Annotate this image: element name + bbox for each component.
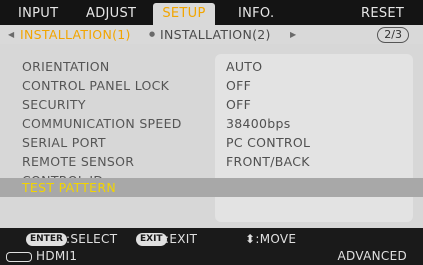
projector-osd-menu: INPUT ADJUST SETUP INFO. RESET ◀ INSTALL… — [0, 0, 423, 265]
enter-key-badge: ENTER — [26, 233, 67, 246]
row-label: COMMUNICATION SPEED — [22, 116, 182, 131]
row-value: FRONT/BACK — [226, 154, 310, 169]
row-value: OFF — [226, 97, 252, 112]
menu-row-remote-sensor[interactable]: REMOTE SENSOR FRONT/BACK — [0, 152, 423, 171]
tab-input[interactable]: INPUT — [18, 3, 58, 25]
exit-hint: :EXIT — [165, 232, 198, 246]
menu-row-communication-speed[interactable]: COMMUNICATION SPEED 38400bps — [0, 114, 423, 133]
tab-adjust[interactable]: ADJUST — [86, 3, 136, 25]
menu-row-security[interactable]: SECURITY OFF — [0, 95, 423, 114]
menu-row-test-pattern[interactable]: TEST PATTERN — [0, 178, 423, 197]
tab-reset[interactable]: RESET — [361, 3, 404, 25]
footer-bar: ENTER :SELECT EXIT :EXIT ⬍:MOVE HDMI1 AD… — [0, 228, 423, 265]
row-label: ORIENTATION — [22, 59, 110, 74]
hdmi-icon — [6, 252, 32, 262]
row-label: REMOTE SENSOR — [22, 154, 135, 169]
row-value: AUTO — [226, 59, 263, 74]
row-label: SECURITY — [22, 97, 86, 112]
row-value: OFF — [226, 78, 252, 93]
sub-tab-row: ◀ INSTALLATION(1) ● INSTALLATION(2) ▶ 2/… — [0, 25, 423, 44]
right-arrow-icon[interactable]: ▶ — [290, 25, 296, 44]
row-label: TEST PATTERN — [22, 180, 116, 195]
menu-row-serial-port[interactable]: SERIAL PORT PC CONTROL — [0, 133, 423, 152]
tab-setup[interactable]: SETUP — [153, 3, 215, 25]
row-label: CONTROL PANEL LOCK — [22, 78, 170, 93]
move-hint: ⬍:MOVE — [245, 232, 297, 246]
menu-row-orientation[interactable]: ORIENTATION AUTO — [0, 57, 423, 76]
row-label: SERIAL PORT — [22, 135, 106, 150]
input-source: HDMI1 — [36, 249, 78, 263]
subtab-installation-1[interactable]: INSTALLATION(1) — [20, 25, 131, 44]
main-tab-bar: INPUT ADJUST SETUP INFO. RESET — [0, 0, 423, 26]
tab-info[interactable]: INFO. — [238, 3, 274, 25]
menu-mode: ADVANCED — [337, 249, 407, 263]
subtab-installation-2[interactable]: INSTALLATION(2) — [160, 25, 271, 44]
settings-panel: ORIENTATION AUTO CONTROL PANEL LOCK OFF … — [0, 44, 423, 228]
exit-key-badge: EXIT — [136, 233, 167, 246]
enter-hint: :SELECT — [66, 232, 118, 246]
page-indicator: 2/3 — [377, 27, 409, 43]
left-arrow-icon[interactable]: ◀ — [8, 25, 14, 44]
row-value: PC CONTROL — [226, 135, 311, 150]
row-value: 38400bps — [226, 116, 291, 131]
separator-dot-icon: ● — [149, 30, 156, 38]
menu-row-control-panel-lock[interactable]: CONTROL PANEL LOCK OFF — [0, 76, 423, 95]
